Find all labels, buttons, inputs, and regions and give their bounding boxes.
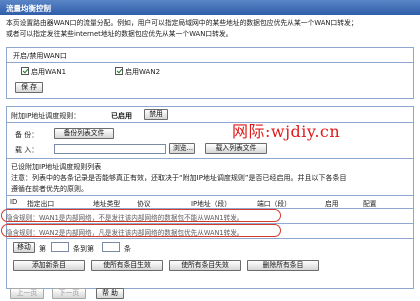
divider xyxy=(7,158,413,159)
col-ip-range: IP地址（段） xyxy=(191,200,232,208)
disable-rules-button[interactable]: 禁用 xyxy=(144,109,168,120)
help-button[interactable]: 帮 助 xyxy=(96,288,124,299)
rules-status-label: 附加IP地址调度规则： xyxy=(11,112,81,120)
file-path-input[interactable] xyxy=(54,144,166,154)
wan2-label: 启用WAN2 xyxy=(125,68,161,76)
wan1-checkbox[interactable] xyxy=(21,67,29,75)
move-label-from: 第 xyxy=(39,245,46,253)
col-enabled: 启用 xyxy=(325,200,339,208)
list-note-line-1: 注意：列表中的各条记录是否能够真正有效，还取决于“附加IP地址调度规则”是否已经… xyxy=(11,174,347,182)
intro-line-2: 或者可以指定发往某些internet地址的数据包应优先从某一个WAN口转发。 xyxy=(6,30,233,38)
intro-text: 本页设置路由器WAN口的流量分配。例如，用户可以指定局域网中的某些地址的数据包应… xyxy=(6,18,416,40)
intro-line-1: 本页设置路由器WAN口的流量分配。例如，用户可以指定局域网中的某些地址的数据包应… xyxy=(6,19,358,27)
wan2-checkbox[interactable] xyxy=(115,67,123,75)
move-label-item: 条 xyxy=(124,245,131,253)
rules-table-header: ID 指定出口 地址类型 协议 IP地址（段） 端口（段） 启用 配置 xyxy=(7,198,413,208)
col-config: 配置 xyxy=(363,200,377,208)
wan1-checkbox-row[interactable]: 启用WAN1 xyxy=(21,67,66,77)
list-note-line-2: 遵循在前者优先的原则。 xyxy=(11,185,88,193)
implicit-rule-row-1: 隐含规则：WAN1是内部网络，不是发往该内部网络的数据包不能从WAN1转发。 xyxy=(1,209,281,222)
move-to-input[interactable] xyxy=(102,242,120,252)
col-protocol: 协议 xyxy=(137,200,151,208)
col-port-range: 端口（段） xyxy=(257,200,291,208)
prev-page-button[interactable]: 上一页 xyxy=(10,288,44,299)
move-label-to: 条到第 xyxy=(73,245,94,253)
move-from-input[interactable] xyxy=(51,242,69,252)
load-label: 载 入： xyxy=(15,146,39,154)
enable-all-button[interactable]: 使所有条目生效 xyxy=(91,260,163,271)
browse-button[interactable]: 浏览... xyxy=(169,143,195,154)
divider xyxy=(7,122,413,123)
wan1-label: 启用WAN1 xyxy=(31,68,67,76)
wan-section: 开启/禁用WAN口 启用WAN1 启用WAN2 保 存 xyxy=(6,47,414,99)
watermark: 网际:wjdiy.cn xyxy=(232,122,341,141)
col-address-type: 地址类型 xyxy=(93,200,121,208)
load-list-button[interactable]: 载入列表文件 xyxy=(205,143,267,154)
list-title: 已设附加IP地址调度规则列表 xyxy=(11,163,102,171)
wan-section-header: 开启/禁用WAN口 xyxy=(13,52,67,60)
implicit-rule-row-2: 隐含规则：WAN2是内部网络，凡是发往该内部网络的数据包优先从WAN1转发。 xyxy=(1,224,281,237)
wan2-checkbox-row[interactable]: 启用WAN2 xyxy=(115,67,160,77)
add-new-entry-button[interactable]: 添加新条目 xyxy=(13,260,85,271)
rules-status-value: 已启用 xyxy=(111,112,132,120)
rules-section: 附加IP地址调度规则： 已启用 禁用 备 份： 备份列表文件 载 入： 浏览..… xyxy=(1,106,414,289)
col-exit: 指定出口 xyxy=(27,200,55,208)
col-id: ID xyxy=(10,198,18,206)
backup-list-button[interactable]: 备份列表文件 xyxy=(54,128,114,139)
divider xyxy=(7,195,413,196)
disable-all-button[interactable]: 使所有条目失效 xyxy=(169,260,241,271)
next-page-button[interactable]: 下一页 xyxy=(52,288,86,299)
save-button[interactable]: 保 存 xyxy=(15,82,43,93)
delete-all-button[interactable]: 删除所有条目 xyxy=(247,260,319,271)
divider xyxy=(7,238,413,239)
backup-label: 备 份： xyxy=(15,131,39,139)
move-button[interactable]: 移动 xyxy=(13,242,35,253)
page-title: 流量均衡控制 xyxy=(0,0,420,15)
divider xyxy=(7,62,413,63)
